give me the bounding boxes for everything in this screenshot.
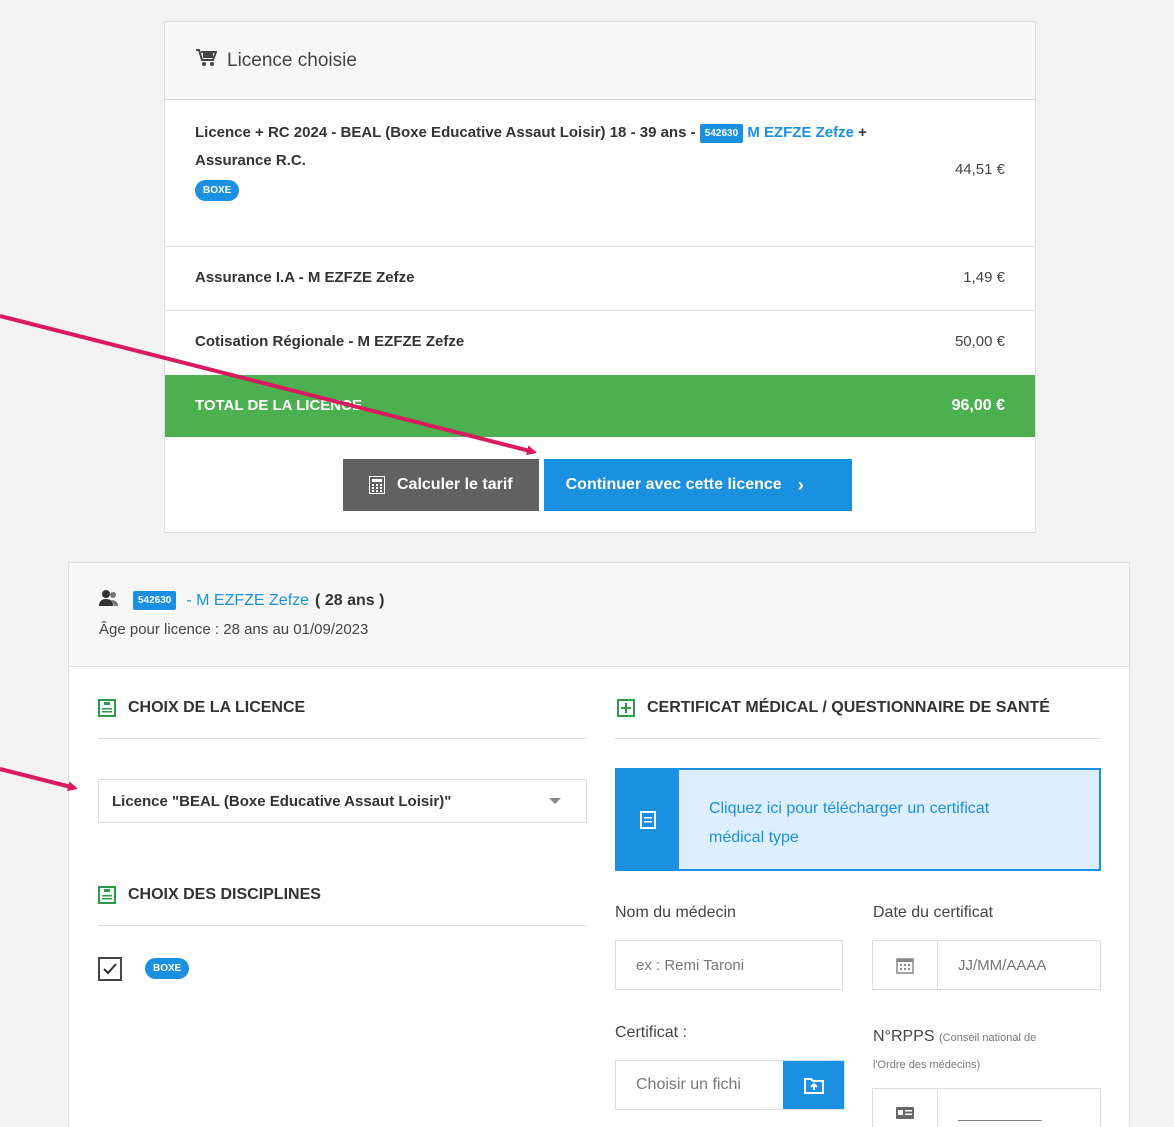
doctor-name-input[interactable]: ex : Remi Taroni — [615, 940, 843, 990]
selected-licence-title: Licence choisie — [227, 49, 357, 71]
licence-choice-title: CHOIX DE LA LICENCE — [128, 699, 306, 716]
download-certificate-link[interactable]: Cliquez ici pour télécharger un certific… — [709, 794, 1009, 852]
certificate-file-label: Certificat : — [615, 1024, 688, 1041]
total-label: TOTAL DE LA LICENCE — [195, 397, 362, 414]
chevron-right-icon: › — [797, 474, 804, 495]
divider — [98, 925, 587, 926]
licence-choice-heading: CHOIX DE LA LICENCE — [98, 699, 305, 717]
certificate-date-label: Date du certificat — [873, 904, 994, 921]
document-icon — [640, 810, 656, 829]
member-header: 542630 - M EZFZE Zefze ( 28 ans ) Âge po… — [69, 563, 1129, 667]
calculator-icon — [369, 476, 385, 494]
divider — [615, 738, 1101, 739]
total-row: TOTAL DE LA LICENCE 96,00 € — [165, 375, 1035, 437]
calculate-price-button[interactable]: Calculer le tarif — [343, 459, 539, 511]
licence-select-value: Licence "BEAL (Boxe Educative Assaut Loi… — [112, 792, 452, 810]
cart-icon — [195, 48, 218, 74]
cart-line-licence: Licence + RC 2024 - BEAL (Boxe Educative… — [165, 101, 1035, 247]
annotation-arrow — [0, 767, 78, 792]
calendar-icon — [896, 958, 914, 974]
certificate-file-input[interactable]: Choisir un fichi — [615, 1060, 845, 1110]
chevron-down-icon — [549, 798, 561, 804]
rpps-note: (Conseil national de — [938, 1032, 1037, 1044]
rpps-value: __________ — [958, 1104, 1042, 1122]
id-card-icon — [896, 1107, 914, 1119]
total-value: 96,00 € — [951, 397, 1005, 414]
selected-licence-card: Licence choisie Licence + RC 2024 - BEAL… — [164, 21, 1036, 533]
licence-select[interactable]: Licence "BEAL (Boxe Educative Assaut Loi… — [98, 779, 587, 823]
check-icon — [103, 963, 117, 975]
member-licence-card: 542630 - M EZFZE Zefze ( 28 ans ) Âge po… — [68, 562, 1130, 1127]
cart-line-insurance: Assurance I.A - M EZFZE Zefze 1,49 € — [165, 247, 1035, 311]
download-certificate-box[interactable]: Cliquez ici pour télécharger un certific… — [615, 768, 1101, 871]
disciplines-heading: CHOIX DES DISCIPLINES — [98, 886, 321, 904]
licence-line-label: Licence + RC 2024 - BEAL (Boxe Educative… — [195, 124, 700, 141]
member-age: ( 28 ans ) — [315, 591, 385, 609]
discipline-tag: BOXE — [195, 180, 240, 201]
certificate-date-placeholder: JJ/MM/AAAA — [958, 956, 1047, 974]
doctor-name-label: Nom du médecin — [615, 904, 736, 921]
file-placeholder: Choisir un fichi — [636, 1076, 741, 1093]
member-name-link[interactable]: M EZFZE Zefze — [747, 124, 854, 141]
cart-actions: Calculer le tarif Continuer avec cette l… — [343, 459, 852, 511]
regional-line-price: 50,00 € — [954, 333, 1005, 350]
rpps-note-2: l'Ordre des médecins) — [873, 1059, 981, 1071]
form-icon — [98, 886, 116, 904]
continue-label: Continuer avec cette licence — [565, 476, 782, 493]
licence-line-price: 44,51 € — [954, 161, 1005, 178]
upload-button[interactable] — [783, 1061, 844, 1109]
insurance-line-price: 1,49 € — [963, 269, 1005, 286]
licence-age-info: Âge pour licence : 28 ans au 01/09/2023 — [99, 621, 369, 638]
person-icon — [99, 589, 119, 612]
member-id-badge: 542630 — [133, 591, 177, 610]
folder-upload-icon — [803, 1078, 824, 1094]
rpps-input[interactable]: __________ — [872, 1088, 1101, 1127]
selected-licence-header: Licence choisie — [165, 22, 1035, 100]
discipline-tag: BOXE — [145, 958, 190, 979]
member-name-link[interactable]: - M EZFZE Zefze — [186, 592, 309, 610]
certificate-date-input[interactable]: JJ/MM/AAAA — [872, 940, 1101, 990]
regional-line-label: Cotisation Régionale - M EZFZE Zefze — [195, 333, 465, 350]
medical-heading: CERTIFICAT MÉDICAL / QUESTIONNAIRE DE SA… — [617, 699, 1050, 717]
member-id-badge: 542630 — [699, 123, 744, 143]
rpps-label: N°RPPS (Conseil national de l'Ordre des … — [873, 1028, 1037, 1071]
insurance-line-label: Assurance I.A - M EZFZE Zefze — [195, 269, 415, 286]
disciplines-title: CHOIX DES DISCIPLINES — [128, 886, 321, 903]
cart-line-regional: Cotisation Régionale - M EZFZE Zefze 50,… — [165, 311, 1035, 375]
divider — [98, 738, 587, 739]
form-icon — [98, 699, 116, 717]
calculate-price-label: Calculer le tarif — [397, 476, 513, 493]
discipline-checkbox[interactable] — [98, 957, 122, 981]
medical-title: CERTIFICAT MÉDICAL / QUESTIONNAIRE DE SA… — [647, 699, 1050, 716]
medical-plus-icon — [617, 699, 635, 717]
continue-button[interactable]: Continuer avec cette licence › — [543, 459, 852, 511]
doctor-name-placeholder: ex : Remi Taroni — [636, 956, 745, 974]
